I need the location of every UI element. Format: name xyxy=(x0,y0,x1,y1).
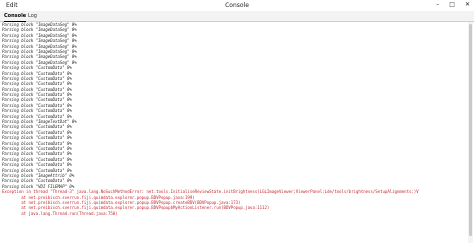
window-controls: – □ ✕ xyxy=(436,1,470,8)
tab-console[interactable]: Console xyxy=(4,13,27,22)
vertical-scrollbar[interactable] xyxy=(468,22,473,243)
tab-bar: Console Log xyxy=(0,11,474,22)
maximize-icon[interactable]: □ xyxy=(449,1,455,8)
close-icon[interactable]: ✕ xyxy=(465,1,470,8)
console-line: Exception in thread "Thread-3" java.lang… xyxy=(2,189,419,195)
tab-log[interactable]: Log xyxy=(28,13,37,19)
console-output[interactable]: Parsing block "ImageDataSeg" 0% Parsing b… xyxy=(0,22,468,243)
console-line: at java.lang.Thread.run(Thread.java:750) xyxy=(2,210,118,216)
title-bar: Edit Console – □ ✕ xyxy=(0,0,474,11)
window-title: Console xyxy=(225,2,249,9)
minimize-icon[interactable]: – xyxy=(436,1,439,8)
scrollbar-thumb[interactable] xyxy=(469,24,472,236)
